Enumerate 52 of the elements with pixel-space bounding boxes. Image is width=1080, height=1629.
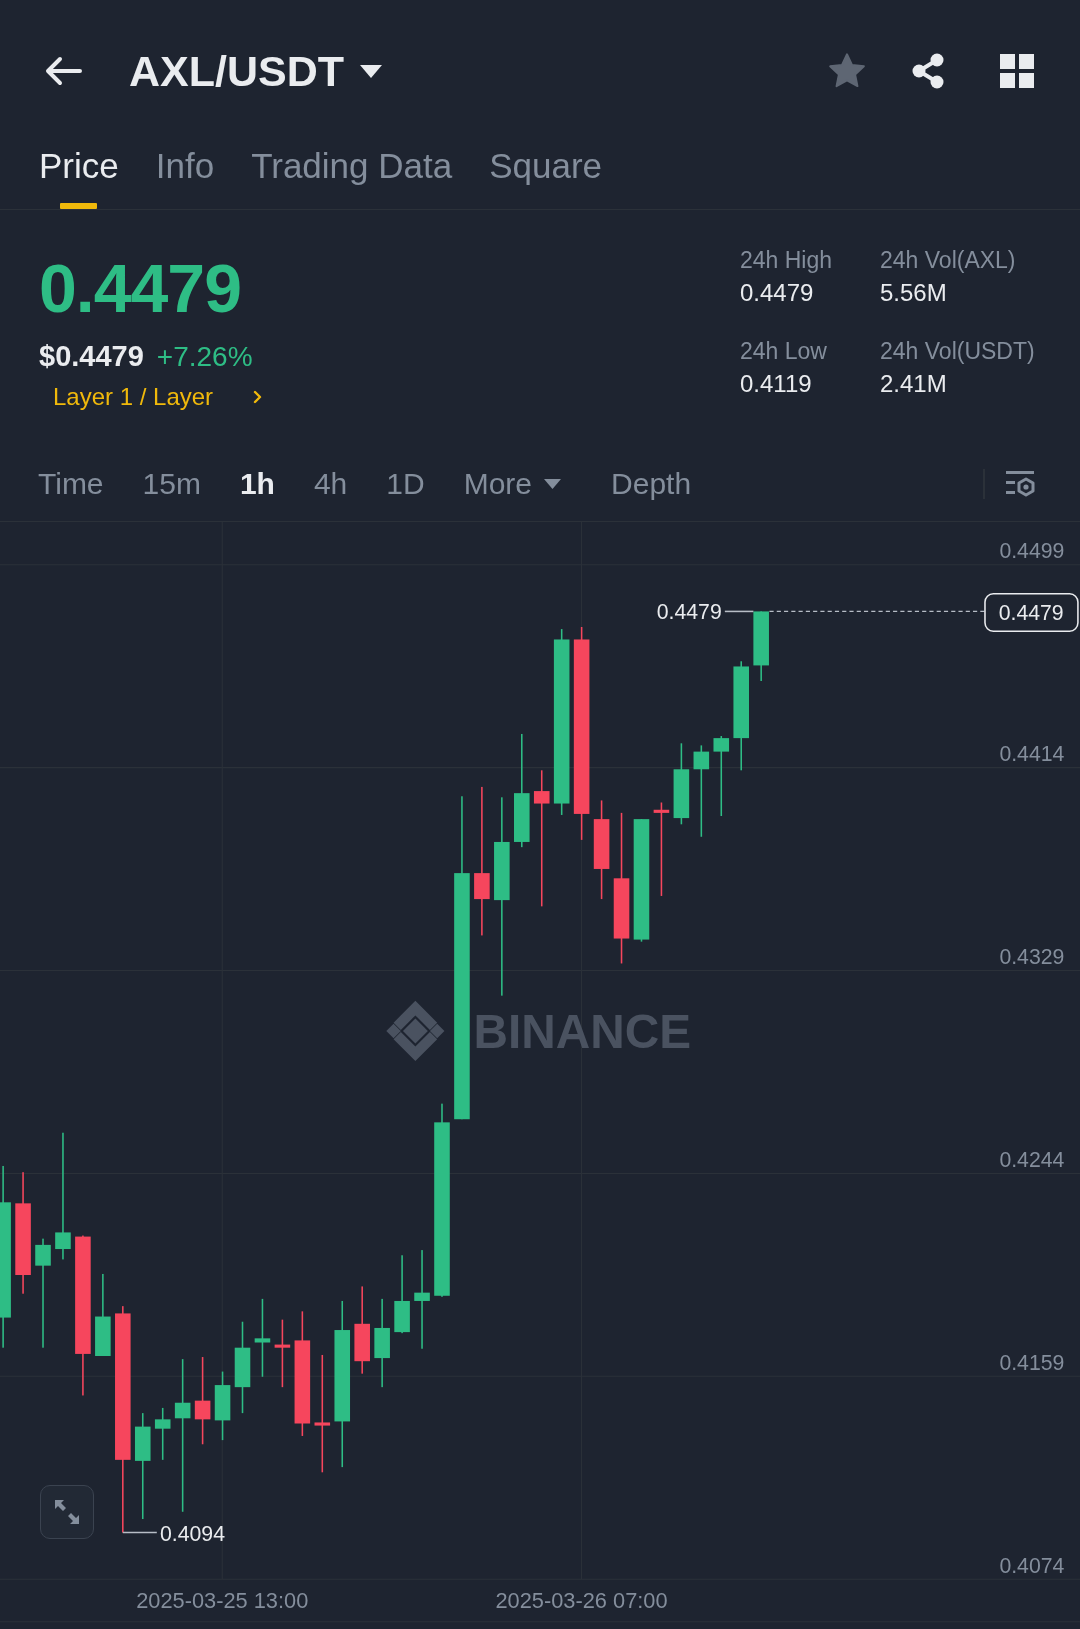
expand-button[interactable] [40, 1485, 94, 1539]
interval-tab[interactable]: 15m [142, 465, 201, 502]
current-price-tag: 0.4479 [984, 593, 1079, 632]
pair-selector[interactable]: AXL/USDT [129, 46, 382, 96]
candle [214, 1371, 231, 1441]
interval-tab[interactable]: 1D [386, 465, 425, 502]
diamond-logo-icon [386, 1000, 445, 1062]
low-price-label: 0.4094 [159, 1521, 225, 1546]
price-axis-label: 0.4244 [999, 1148, 1065, 1173]
interval-tab[interactable]: 4h [313, 465, 348, 502]
leader-line [724, 610, 755, 613]
stat-value: 0.4119 [740, 369, 812, 399]
stat-value: 2.41M [880, 369, 947, 399]
stat-label: 24h Vol(USDT) [880, 337, 1035, 366]
usd-price: $0.4479 [39, 339, 144, 373]
share-icon[interactable] [911, 53, 945, 89]
depth-tab[interactable]: Depth [611, 465, 692, 502]
grid-icon[interactable] [1000, 54, 1034, 88]
candle [154, 1407, 171, 1460]
stat-value: 0.4479 [740, 278, 814, 308]
star-icon[interactable] [828, 53, 866, 89]
leader-line [122, 1531, 158, 1534]
price-axis-label: 0.4074 [999, 1554, 1065, 1579]
category-link[interactable]: Layer 1 / Layer [53, 382, 263, 412]
stat-value: 5.56M [880, 278, 947, 308]
price-axis-label: 0.4414 [999, 742, 1065, 767]
price-axis-label: 0.4159 [999, 1351, 1065, 1376]
price-axis-label: 0.4329 [999, 945, 1065, 970]
stat-label: 24h Vol(AXL) [880, 246, 1016, 275]
chart-settings-icon[interactable] [1005, 469, 1035, 498]
stat-label: 24h High [740, 246, 833, 275]
back-arrow-icon[interactable] [44, 56, 82, 86]
last-price: 0.4479 [39, 250, 241, 326]
candle [274, 1319, 291, 1388]
time-axis-label: 2025-03-25 13:00 [136, 1588, 309, 1614]
caret-icon [544, 478, 562, 489]
tab[interactable]: Info [155, 142, 215, 209]
high-price-label: 0.4479 [656, 599, 722, 624]
interval-tab[interactable]: Time [38, 465, 104, 502]
stat-label: 24h Low [740, 337, 827, 366]
interval-tab[interactable]: 1h [239, 465, 275, 502]
price-axis-label: 0.4499 [999, 539, 1065, 564]
tab[interactable]: Square [489, 142, 603, 209]
caret-icon [360, 64, 382, 78]
tab[interactable]: Price [39, 142, 119, 209]
time-axis-label: 2025-03-26 07:00 [495, 1588, 668, 1614]
expand-icon [53, 1498, 81, 1526]
more-dropdown[interactable]: More [463, 465, 562, 502]
tab[interactable]: Trading Data [251, 142, 453, 209]
candle [753, 611, 769, 681]
chevron-right-icon [253, 390, 263, 404]
price-change: +7.26% [156, 340, 253, 374]
